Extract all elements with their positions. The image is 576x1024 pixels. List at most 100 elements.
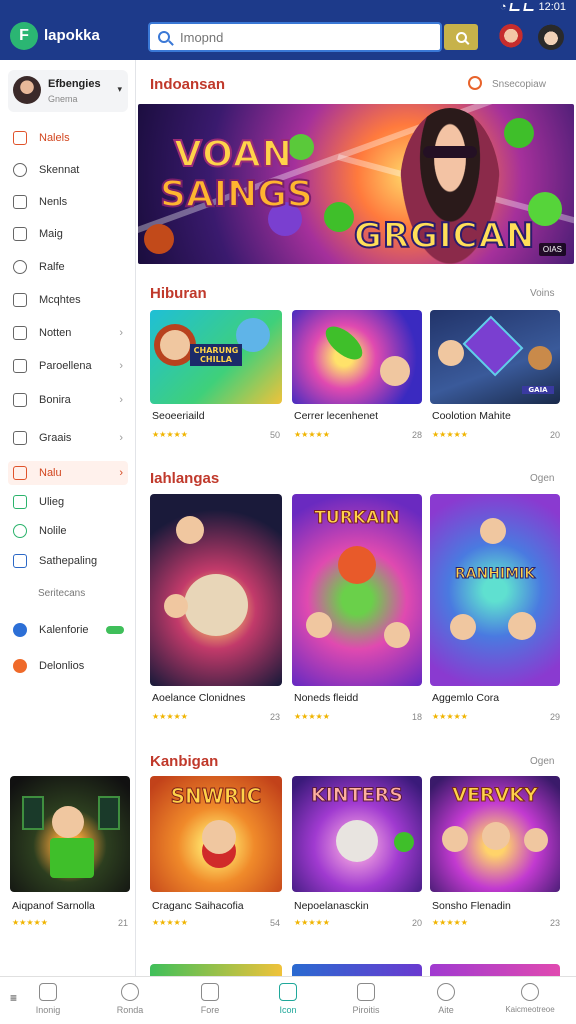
sidebar-item-label: Kalenforie bbox=[39, 624, 89, 636]
character-figure bbox=[524, 828, 548, 852]
rating-stars: ★★★★★ bbox=[294, 918, 330, 927]
sidebar-item-label: Delonlios bbox=[39, 660, 85, 672]
sidebar-item-nalu[interactable]: Nalu › bbox=[8, 461, 128, 485]
search-button[interactable] bbox=[444, 24, 478, 50]
sidebar-item-ulieg[interactable]: Ulieg bbox=[8, 490, 128, 514]
nav-item-aite[interactable]: Aite bbox=[408, 983, 484, 1023]
game-thumbnail-peek[interactable] bbox=[430, 964, 560, 976]
character-figure bbox=[306, 612, 332, 638]
chat-icon bbox=[13, 163, 27, 177]
game-title: Sonsho Flenadin bbox=[432, 900, 511, 912]
game-card[interactable]: TURKAIN Noneds fleidd ★★★★★ 18 bbox=[292, 494, 426, 732]
sidebar-item-label: Nolile bbox=[39, 525, 67, 537]
main-content: Indoansan Snsecopiaw VOAN SAINGS GRGICAN… bbox=[136, 60, 576, 976]
rating-count: 28 bbox=[411, 430, 422, 440]
rating-stars: ★★★★★ bbox=[432, 918, 468, 927]
sidebar-item-nalels[interactable]: Nalels bbox=[8, 126, 128, 150]
sidebar-item-label: Maig bbox=[39, 228, 63, 240]
game-thumbnail-peek[interactable] bbox=[292, 964, 422, 976]
nav-label: Aite bbox=[438, 1005, 454, 1015]
search-input[interactable] bbox=[180, 29, 420, 45]
profile-switcher[interactable]: Efbengies Gnema ▾ bbox=[8, 70, 128, 112]
sidebar-item-notten[interactable]: Notten › bbox=[8, 321, 128, 345]
notebook-icon bbox=[13, 326, 27, 340]
game-card[interactable]: Aoelance Clonidnes ★★★★★ 23 bbox=[150, 494, 284, 732]
sidebar-item-nenls[interactable]: Nenls bbox=[8, 190, 128, 214]
nav-item-ronda[interactable]: Ronda bbox=[92, 983, 168, 1023]
game-avatar-icon[interactable] bbox=[498, 24, 524, 50]
game-card[interactable]: VERVKY Sonsho Flenadin ★★★★★ 23 bbox=[430, 776, 564, 936]
game-logo: RANHIMIK bbox=[454, 566, 536, 583]
sidebar-item-nolile[interactable]: Nolile bbox=[8, 519, 128, 543]
character-figure bbox=[528, 346, 552, 370]
game-card[interactable]: Cerrer lecenhenet ★★★★★ 28 bbox=[292, 310, 426, 450]
game-thumbnail: RANHIMIK bbox=[430, 494, 560, 686]
bear-character bbox=[336, 820, 378, 862]
rating-count: 23 bbox=[549, 918, 560, 928]
sidebar-item-skennat[interactable]: Skennat bbox=[8, 158, 128, 182]
game-thumbnail: KINTERS bbox=[292, 776, 422, 892]
character-figure bbox=[164, 594, 188, 618]
game-logo: KINTERS bbox=[311, 784, 404, 807]
nav-item-piroitis[interactable]: Piroitis bbox=[328, 983, 404, 1023]
refresh-icon[interactable] bbox=[468, 76, 482, 90]
sidebar-item-label: Ulieg bbox=[39, 496, 65, 508]
nav-label: Ronda bbox=[116, 1005, 144, 1015]
nav-item-fore[interactable]: Fore bbox=[172, 983, 248, 1023]
section-link[interactable]: Ogen bbox=[530, 473, 554, 484]
store-icon bbox=[13, 495, 27, 509]
sidebar-item-label: Nalels bbox=[39, 132, 70, 144]
game-card[interactable]: GAIA Coolotion Mahite ★★★★★ 20 bbox=[430, 310, 564, 450]
game-card[interactable]: KINTERS Nepoelanasckin ★★★★★ 20 bbox=[292, 776, 426, 936]
game-logo: TURKAIN bbox=[314, 508, 400, 529]
section-link[interactable]: Voins bbox=[530, 288, 554, 299]
nav-item-icon[interactable]: Icon bbox=[250, 983, 326, 1023]
featured-banner[interactable]: VOAN SAINGS GRGICAN OIAS bbox=[138, 104, 574, 264]
nav-item-home[interactable]: Inonig bbox=[10, 983, 86, 1023]
nav-label: Fore bbox=[200, 1005, 220, 1015]
sidebar-item-label: Graais bbox=[39, 432, 72, 444]
sidebar-item-delonlios[interactable]: Delonlios bbox=[8, 654, 128, 678]
sidebar-item-paroellena[interactable]: Paroellena › bbox=[8, 354, 128, 378]
rating-count: 23 bbox=[269, 712, 280, 722]
rating-stars: ★★★★★ bbox=[294, 712, 330, 721]
toggle-switch[interactable] bbox=[106, 626, 124, 634]
game-title: Aoelance Clonidnes bbox=[152, 692, 246, 704]
user-icon bbox=[521, 983, 539, 1001]
section-title: Kanbigan bbox=[150, 753, 219, 770]
sidebar-item-kalenforie[interactable]: Kalenforie bbox=[8, 618, 128, 642]
chevron-right-icon: › bbox=[119, 360, 123, 372]
game-thumbnail: TURKAIN bbox=[292, 494, 422, 686]
banner-badge: OIAS bbox=[538, 243, 566, 256]
banner-line-1: VOAN bbox=[173, 133, 293, 176]
character-figure bbox=[442, 826, 468, 852]
sidebar-item-bonira[interactable]: Bonira › bbox=[8, 388, 128, 412]
user-avatar[interactable] bbox=[538, 24, 564, 50]
rating-count: 29 bbox=[549, 712, 560, 722]
home-icon bbox=[39, 983, 57, 1001]
chevron-right-icon: › bbox=[119, 394, 123, 406]
sidebar-item-sathepaling[interactable]: Sathepaling bbox=[8, 549, 128, 573]
sidebar-promo-card[interactable]: Aiqpanof Sarnolla ★★★★★ 21 bbox=[10, 776, 132, 936]
sidebar-item-maig[interactable]: Maig bbox=[8, 222, 128, 246]
search-button-icon bbox=[455, 31, 467, 43]
game-card[interactable]: RANHIMIK Aggemlo Cora ★★★★★ 29 bbox=[430, 494, 564, 732]
sidebar-item-graais[interactable]: Graais › bbox=[8, 426, 128, 450]
search-icon bbox=[158, 31, 170, 43]
sidebar: Efbengies Gnema ▾ Nalels Skennat Nenls M… bbox=[0, 60, 136, 976]
sidebar-item-ralfe[interactable]: Ralfe bbox=[8, 255, 128, 279]
signal-icon-2 bbox=[523, 3, 536, 11]
character-figure bbox=[508, 612, 536, 640]
game-card[interactable]: CHARUNG CHILLA Seoeeriaild ★★★★★ 50 bbox=[150, 310, 284, 450]
section-link[interactable]: Ogen bbox=[530, 756, 554, 767]
rating-stars: ★★★★★ bbox=[432, 430, 468, 439]
globe-icon bbox=[13, 623, 27, 637]
nav-item-kaicmeotreoe[interactable]: Kaicmeotreoe bbox=[492, 983, 568, 1023]
featured-link[interactable]: Snsecopiaw bbox=[492, 79, 546, 90]
game-card[interactable]: SNWRIC Craganc Saihacofia ★★★★★ 54 bbox=[150, 776, 284, 936]
banner-line-3: GRGICAN bbox=[353, 215, 536, 257]
sidebar-item-mcqhtes[interactable]: Mcqhtes bbox=[8, 288, 128, 312]
search-bar[interactable] bbox=[148, 22, 442, 52]
app-logo[interactable]: F bbox=[10, 22, 38, 50]
game-thumbnail-peek[interactable] bbox=[150, 964, 282, 976]
